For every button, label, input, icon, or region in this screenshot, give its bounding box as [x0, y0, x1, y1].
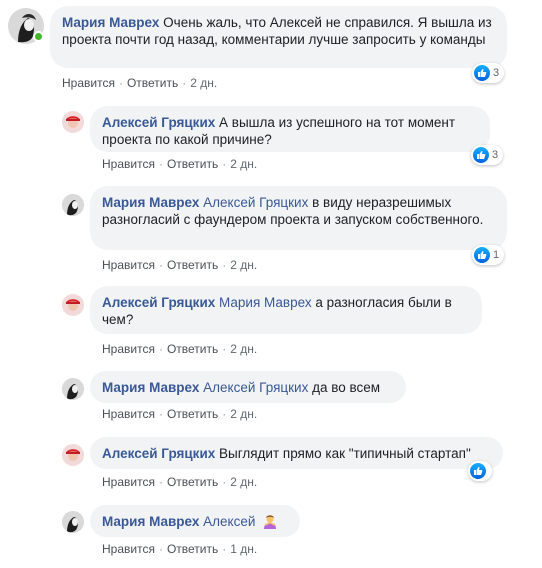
comment-author[interactable]: Мария Маврех — [102, 195, 199, 210]
like-button[interactable]: Нравится — [102, 157, 155, 171]
online-status-indicator — [33, 31, 44, 42]
comment-author[interactable]: Мария Маврех — [102, 514, 199, 529]
comment-reply: Мария Маврех Алексей Гряцких да во всем … — [0, 365, 542, 430]
comment-reply: Мария Маврех Алексей Гряцких в виду нера… — [0, 180, 542, 280]
comment-text: да во всем — [312, 380, 381, 395]
reply-button[interactable]: Ответить — [167, 258, 218, 272]
reactions-number: 3 — [493, 67, 500, 79]
reactions-count[interactable]: 3 — [472, 63, 505, 83]
reply-button[interactable]: Ответить — [127, 76, 178, 90]
avatar[interactable] — [62, 294, 84, 316]
like-button[interactable]: Нравится — [102, 475, 155, 489]
avatar[interactable] — [62, 378, 84, 400]
comment-actions: Нравится · Ответить · 1 дн. — [102, 542, 258, 556]
comment-actions: Нравится · Ответить · 2 дн. — [102, 258, 258, 272]
comment-timestamp[interactable]: 2 дн. — [230, 475, 257, 489]
comment-author[interactable]: Мария Маврех — [102, 380, 199, 395]
avatar[interactable] — [62, 194, 84, 216]
comment-bubble: Алексей Гряцких А вышла из успешного на … — [90, 106, 490, 152]
comment-author[interactable]: Алексей Гряцких — [102, 446, 215, 461]
reactions-count[interactable]: 1 — [472, 245, 505, 265]
avatar[interactable] — [62, 111, 84, 133]
reply-button[interactable]: Ответить — [167, 542, 218, 556]
comment-reply: Алексей Гряцких А вышла из успешного на … — [0, 100, 542, 180]
comment-mention[interactable]: Алексей Гряцких — [203, 195, 308, 210]
comment-reply: Алексей Гряцких Мария Маврех а разноглас… — [0, 280, 542, 365]
like-reaction-icon — [473, 147, 489, 163]
comment-actions: Нравится · Ответить · 2 дн. — [102, 407, 258, 421]
comment-timestamp[interactable]: 2 дн. — [230, 407, 257, 421]
comment-actions: Нравится · Ответить · 2 дн. — [102, 342, 258, 356]
like-button[interactable]: Нравится — [102, 542, 155, 556]
like-button[interactable]: Нравится — [102, 258, 155, 272]
comment-actions: Нравится · Ответить · 2 дн. — [102, 475, 258, 489]
comment-mention[interactable]: Алексей Гряцких — [203, 380, 308, 395]
avatar[interactable] — [62, 444, 84, 466]
comment-timestamp[interactable]: 2 дн. — [230, 157, 257, 171]
reply-button[interactable]: Ответить — [167, 157, 218, 171]
reactions-number: 3 — [492, 149, 499, 161]
comment: Мария Маврех Очень жаль, что Алексей не … — [0, 0, 542, 100]
comment-actions: Нравится · Ответить · 2 дн. — [62, 76, 218, 90]
comment-bubble: Алексей Гряцких Мария Маврех а разноглас… — [90, 286, 482, 334]
like-reaction-icon — [474, 247, 490, 263]
reactions-count[interactable]: 3 — [471, 145, 504, 165]
reply-button[interactable]: Ответить — [167, 407, 218, 421]
comment-text: Выглядит прямо как "типичный стартап" — [219, 446, 471, 461]
reactions-number: 1 — [493, 249, 500, 261]
reply-button[interactable]: Ответить — [167, 342, 218, 356]
like-reaction-icon — [470, 463, 486, 479]
comment-timestamp[interactable]: 2 дн. — [190, 76, 217, 90]
comment-timestamp[interactable]: 1 дн. — [230, 542, 257, 556]
comment-author[interactable]: Мария Маврех — [62, 15, 159, 30]
comment-author[interactable]: Алексей Гряцких — [102, 295, 215, 310]
comment-timestamp[interactable]: 2 дн. — [230, 258, 257, 272]
comment-reply: Мария Маврех Алексей Нравится · Ответить · 1… — [0, 500, 542, 568]
comment-bubble: Алексей Гряцких Выглядит прямо как "типи… — [90, 437, 503, 469]
comment-bubble: Мария Маврех Алексей Гряцких да во всем — [90, 371, 406, 403]
reply-button[interactable]: Ответить — [167, 475, 218, 489]
comment-actions: Нравится · Ответить · 2 дн. — [102, 157, 258, 171]
avatar[interactable] — [62, 511, 84, 533]
comment-bubble: Мария Маврех Очень жаль, что Алексей не … — [50, 6, 507, 68]
comment-bubble: Мария Маврех Алексей — [90, 505, 300, 537]
comment-bubble: Мария Маврех Алексей Гряцких в виду нера… — [90, 186, 507, 250]
comment-mention[interactable]: Алексей — [203, 514, 255, 529]
comment-timestamp[interactable]: 2 дн. — [230, 342, 257, 356]
like-button[interactable]: Нравится — [102, 342, 155, 356]
comment-author[interactable]: Алексей Гряцких — [102, 115, 215, 130]
like-button[interactable]: Нравится — [102, 407, 155, 421]
comment-reply: Алексей Гряцких Выглядит прямо как "типи… — [0, 430, 542, 500]
like-reaction-icon — [474, 65, 490, 81]
comment-mention[interactable]: Мария Маврех — [219, 295, 312, 310]
like-button[interactable]: Нравится — [62, 76, 115, 90]
reactions-count[interactable] — [468, 461, 492, 481]
person-gesturing-no-emoji — [262, 513, 278, 529]
